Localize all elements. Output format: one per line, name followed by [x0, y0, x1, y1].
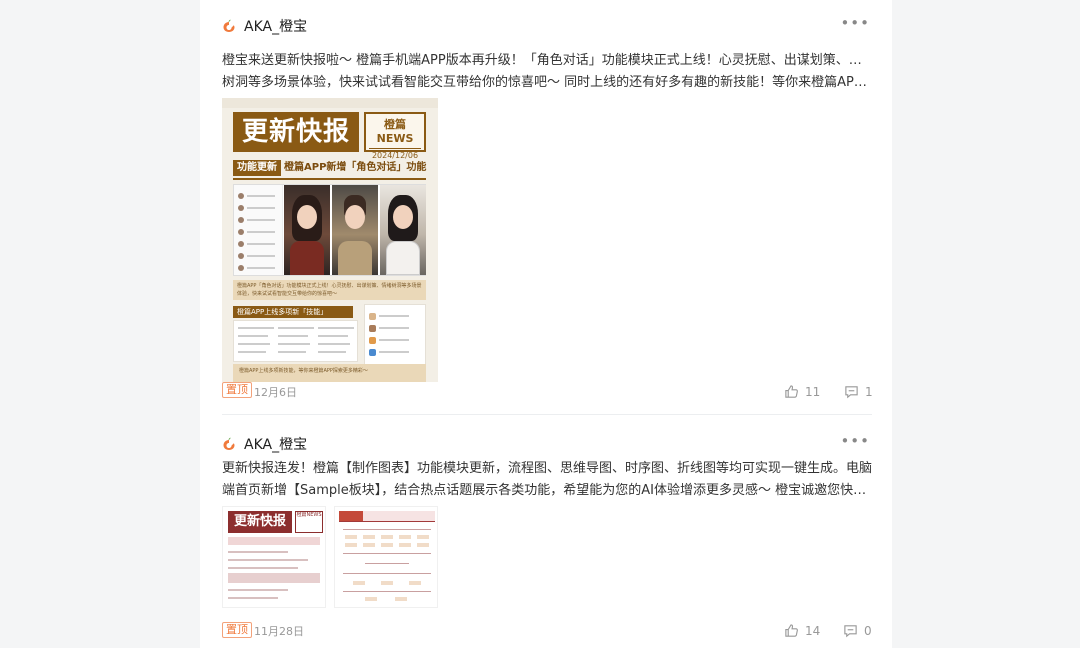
post-text-line: 端首页新增【Sample板块】，结合热点话题展示各类功能，希望能为您的AI体验增…	[222, 483, 872, 498]
comment-button[interactable]: 0	[843, 623, 872, 638]
post-image-poster[interactable]: 更新快报 橙篇NEWS 2024/12/06 功能更新 橙篇APP新增「角色对话…	[222, 98, 438, 382]
poster-title: 更新快报	[233, 112, 359, 152]
post-card: AKA_橙宝 ••• 橙宝来送更新快报啦～ 橙篇手机端APP版本再升级！「角色对…	[222, 14, 873, 399]
pinned-badge: 置顶	[222, 622, 252, 638]
like-button[interactable]: 14	[784, 623, 820, 638]
post-text-line: 更新快报连发！橙篇【制作图表】功能模块更新，流程图、思维导图、时序图、折线图等均…	[222, 461, 872, 476]
orange-logo-icon[interactable]	[222, 19, 236, 33]
poster-sub-screenshot	[233, 320, 358, 362]
pinned-badge: 置顶	[222, 382, 252, 398]
character-card	[332, 185, 378, 275]
comment-icon	[845, 386, 858, 399]
character-card	[380, 185, 426, 275]
post-image-thumbnail[interactable]	[334, 506, 438, 608]
like-count: 11	[805, 384, 821, 399]
post-header: AKA_橙宝 •••	[222, 432, 872, 456]
poster-top-strip	[222, 98, 438, 108]
like-count: 14	[805, 623, 821, 638]
poster-section-tag: 橙篇APP上线多项新「技能」	[233, 306, 353, 318]
poster-app-sidebar	[234, 185, 283, 275]
post-image-thumbnail[interactable]: 更新快报 橙篇NEWS	[222, 506, 326, 608]
more-dots-icon[interactable]: •••	[840, 14, 870, 32]
post-divider	[222, 414, 872, 415]
thumb-title: 更新快报	[228, 511, 292, 533]
like-button[interactable]: 11	[784, 384, 820, 399]
poster-news-label: 橙篇NEWS	[376, 118, 414, 145]
poster-func-tag: 功能更新	[233, 160, 281, 176]
poster-func-text: 橙篇APP新增「角色对话」功能	[284, 162, 427, 173]
poster-footer: 橙篇APP上线多项新技能，等你来橙篇APP探索更多精彩～	[233, 364, 426, 382]
comment-count: 0	[864, 623, 872, 638]
thumbs-up-icon	[785, 385, 798, 398]
thumbs-up-icon	[785, 624, 798, 637]
post-date: 12月6日	[254, 386, 297, 399]
more-dots-icon[interactable]: •••	[840, 432, 870, 450]
comment-icon	[844, 625, 857, 638]
character-card	[284, 185, 330, 275]
poster-sub-screenshot	[364, 304, 426, 366]
poster-divider	[233, 178, 426, 180]
comment-count: 1	[865, 384, 873, 399]
author-name[interactable]: AKA_橙宝	[244, 16, 307, 36]
comment-button[interactable]: 1	[844, 384, 873, 399]
post-date: 11月28日	[254, 625, 304, 638]
poster-desc: 橙篇APP「角色对话」功能模块正式上线！心灵抚慰、出谋划策、情绪树洞等多场景体验…	[233, 280, 426, 300]
poster-app-screenshot	[233, 184, 426, 276]
thumb-news-label: 橙篇NEWS	[295, 511, 323, 533]
post-text[interactable]: 更新快报连发！橙篇【制作图表】功能模块更新，流程图、思维导图、时序图、折线图等均…	[222, 458, 872, 502]
post-text-line: 树洞等多场景体验，快来试试看智能交互带给你的惊喜吧～ 同时上线的还有好多有趣的新…	[222, 75, 872, 90]
thumb-header	[339, 511, 435, 522]
poster-news-box: 橙篇NEWS 2024/12/06	[364, 112, 426, 160]
post-text-line: 橙宝来送更新快报啦～ 橙篇手机端APP版本再升级！「角色对话」功能模块正式上线！…	[222, 53, 872, 68]
post-header: AKA_橙宝 •••	[222, 14, 872, 38]
thumb-tag-bar	[228, 537, 320, 545]
feed-panel: AKA_橙宝 ••• 橙宝来送更新快报啦～ 橙篇手机端APP版本再升级！「角色对…	[200, 0, 892, 648]
post-text[interactable]: 橙宝来送更新快报啦～ 橙篇手机端APP版本再升级！「角色对话」功能模块正式上线！…	[222, 50, 872, 94]
author-name[interactable]: AKA_橙宝	[244, 434, 307, 454]
orange-logo-icon[interactable]	[222, 437, 236, 451]
